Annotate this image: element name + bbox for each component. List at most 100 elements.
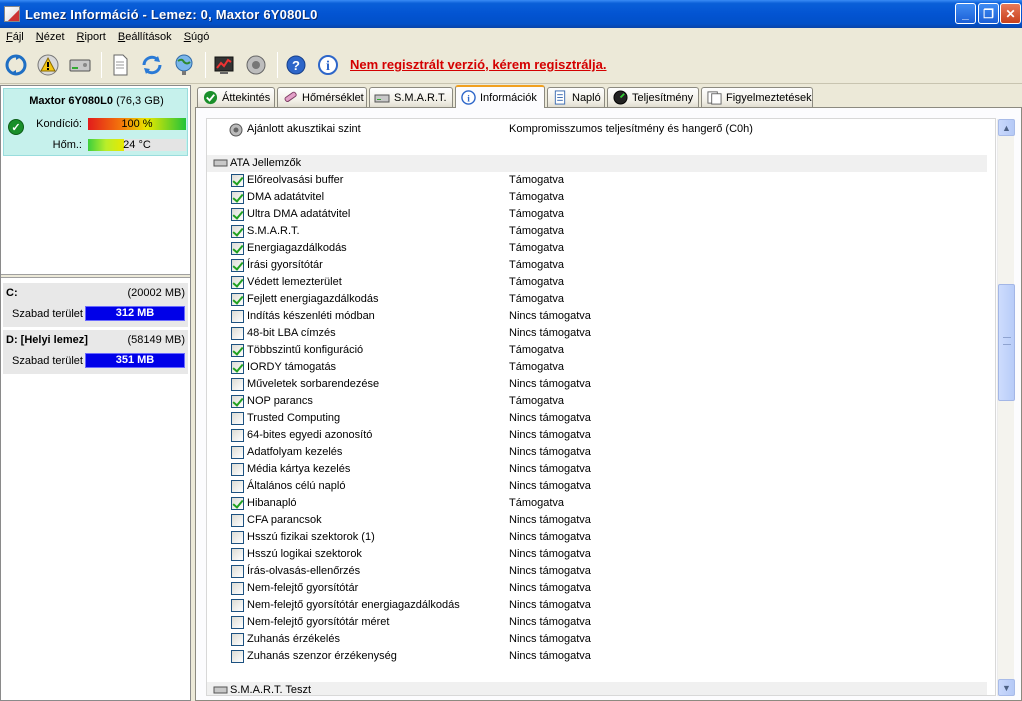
feature-row[interactable]: Írási gyorsítótár Támogatva	[207, 257, 995, 274]
feature-row[interactable]: Nem-felejtő gyorsítótár Nincs támogatva	[207, 580, 995, 597]
tab-log[interactable]: Napló	[547, 87, 605, 107]
feature-value: Támogatva	[509, 276, 565, 288]
feature-row[interactable]: Trusted Computing Nincs támogatva	[207, 410, 995, 427]
feature-row[interactable]: Nem-felejtő gyorsítótár energiagazdálkod…	[207, 597, 995, 614]
info-list[interactable]: Ajánlott akusztikai szint Kompromisszumo…	[206, 118, 996, 696]
info-icon[interactable]: i	[314, 51, 342, 79]
feature-row[interactable]: Indítás készenléti módban Nincs támogatva	[207, 308, 995, 325]
tab-information[interactable]: i Információk	[455, 85, 545, 108]
tab-alerts[interactable]: Figyelmeztetések	[701, 87, 813, 107]
unchecked-checkbox[interactable]	[231, 327, 244, 340]
close-button[interactable]: ✕	[1000, 3, 1021, 24]
scroll-thumb[interactable]	[998, 284, 1015, 401]
unchecked-checkbox[interactable]	[231, 565, 244, 578]
scroll-up-button[interactable]: ▲	[998, 119, 1015, 136]
tab-overview[interactable]: Áttekintés	[197, 87, 275, 107]
maximize-button[interactable]: ❐	[978, 3, 999, 24]
feature-row[interactable]: Fejlett energiagazdálkodás Támogatva	[207, 291, 995, 308]
document-icon[interactable]	[106, 51, 134, 79]
menu-settings[interactable]: Beállítások	[112, 31, 178, 43]
feature-row[interactable]: Hibanapló Támogatva	[207, 495, 995, 512]
panel-divider[interactable]	[1, 274, 190, 278]
unchecked-checkbox[interactable]	[231, 480, 244, 493]
list-item[interactable]: Ajánlott akusztikai szint Kompromisszumo…	[207, 121, 995, 138]
unchecked-checkbox[interactable]	[231, 633, 244, 646]
feature-row[interactable]: DMA adatátvitel Támogatva	[207, 189, 995, 206]
feature-row[interactable]: Többszintű konfiguráció Támogatva	[207, 342, 995, 359]
drive-d[interactable]: D: [Helyi lemez] (58149 MB) Szabad terül…	[3, 330, 188, 374]
sync-icon[interactable]	[138, 51, 166, 79]
group-header-smart-test[interactable]: S.M.A.R.T. Teszt	[207, 682, 987, 695]
free-space-label: Szabad terület	[12, 355, 83, 367]
unchecked-checkbox[interactable]	[231, 412, 244, 425]
menu-view[interactable]: Nézet	[30, 31, 71, 43]
feature-row[interactable]: Energiagazdálkodás Támogatva	[207, 240, 995, 257]
feature-value: Nincs támogatva	[509, 480, 591, 492]
feature-row[interactable]: IORDY támogatás Támogatva	[207, 359, 995, 376]
unchecked-checkbox[interactable]	[231, 616, 244, 629]
feature-row[interactable]: Műveletek sorbarendezése Nincs támogatva	[207, 376, 995, 393]
feature-row[interactable]: Adatfolyam kezelés Nincs támogatva	[207, 444, 995, 461]
feature-row[interactable]: CFA parancsok Nincs támogatva	[207, 512, 995, 529]
tab-temperature[interactable]: Hőmérséklet	[277, 87, 367, 107]
group-header-ata[interactable]: ATA Jellemzők	[207, 155, 987, 172]
unchecked-checkbox[interactable]	[231, 582, 244, 595]
checked-checkbox[interactable]	[231, 208, 244, 221]
network-icon[interactable]	[170, 51, 198, 79]
feature-row[interactable]: NOP parancs Támogatva	[207, 393, 995, 410]
feature-row[interactable]: Ultra DMA adatátvitel Támogatva	[207, 206, 995, 223]
unchecked-checkbox[interactable]	[231, 429, 244, 442]
feature-row[interactable]: Média kártya kezelés Nincs támogatva	[207, 461, 995, 478]
tab-smart[interactable]: S.M.A.R.T.	[369, 87, 453, 107]
speaker-icon[interactable]	[242, 51, 270, 79]
menu-report[interactable]: Riport	[71, 31, 112, 43]
checked-checkbox[interactable]	[231, 225, 244, 238]
checked-checkbox[interactable]	[231, 344, 244, 357]
checked-checkbox[interactable]	[231, 242, 244, 255]
chart-icon[interactable]	[210, 51, 238, 79]
disk-icon[interactable]	[66, 51, 94, 79]
checked-checkbox[interactable]	[231, 395, 244, 408]
feature-row[interactable]: Zuhanás érzékelés Nincs támogatva	[207, 631, 995, 648]
unchecked-checkbox[interactable]	[231, 548, 244, 561]
feature-row[interactable]: Írás-olvasás-ellenőrzés Nincs támogatva	[207, 563, 995, 580]
unchecked-checkbox[interactable]	[231, 650, 244, 663]
unchecked-checkbox[interactable]	[231, 378, 244, 391]
refresh-icon[interactable]	[2, 51, 30, 79]
unchecked-checkbox[interactable]	[231, 531, 244, 544]
checked-checkbox[interactable]	[231, 174, 244, 187]
minimize-button[interactable]: _	[955, 3, 976, 24]
disk-card[interactable]: Maxtor 6Y080L0 (76,3 GB) ✓ Kondíció: 100…	[3, 88, 188, 156]
menu-file[interactable]: Fájl	[0, 31, 30, 43]
help-icon[interactable]: ?	[282, 51, 310, 79]
tab-performance[interactable]: Teljesítmény	[607, 87, 699, 107]
checked-checkbox[interactable]	[231, 191, 244, 204]
feature-row[interactable]: Zuhanás szenzor érzékenység Nincs támogat…	[207, 648, 995, 665]
checked-checkbox[interactable]	[231, 497, 244, 510]
feature-row[interactable]: Hsszú logikai szektorok Nincs támogatva	[207, 546, 995, 563]
app-icon[interactable]	[4, 6, 20, 22]
drive-c[interactable]: C: (20002 MB) Szabad terület 312 MB	[3, 283, 188, 327]
menu-help[interactable]: Súgó	[178, 31, 216, 43]
feature-row[interactable]: Általános célú napló Nincs támogatva	[207, 478, 995, 495]
checked-checkbox[interactable]	[231, 293, 244, 306]
feature-row[interactable]: 48-bit LBA címzés Nincs támogatva	[207, 325, 995, 342]
unchecked-checkbox[interactable]	[231, 463, 244, 476]
unchecked-checkbox[interactable]	[231, 599, 244, 612]
feature-row[interactable]: Előreolvasási buffer Támogatva	[207, 172, 995, 189]
feature-row[interactable]: Védett lemezterület Támogatva	[207, 274, 995, 291]
unchecked-checkbox[interactable]	[231, 310, 244, 323]
feature-row[interactable]: 64-bites egyedi azonosító Nincs támogatva	[207, 427, 995, 444]
checked-checkbox[interactable]	[231, 361, 244, 374]
unregistered-link[interactable]: Nem regisztrált verzió, kérem regisztrál…	[350, 57, 607, 72]
feature-row[interactable]: Nem-felejtő gyorsítótár méret Nincs támog…	[207, 614, 995, 631]
checked-checkbox[interactable]	[231, 276, 244, 289]
warning-icon[interactable]	[34, 51, 62, 79]
unchecked-checkbox[interactable]	[231, 446, 244, 459]
scroll-down-button[interactable]: ▼	[998, 679, 1015, 696]
feature-row[interactable]: Hsszú fizikai szektorok (1) Nincs támogat…	[207, 529, 995, 546]
checked-checkbox[interactable]	[231, 259, 244, 272]
vertical-scrollbar[interactable]: ▲ ▼	[997, 119, 1015, 696]
unchecked-checkbox[interactable]	[231, 514, 244, 527]
feature-row[interactable]: S.M.A.R.T. Támogatva	[207, 223, 995, 240]
